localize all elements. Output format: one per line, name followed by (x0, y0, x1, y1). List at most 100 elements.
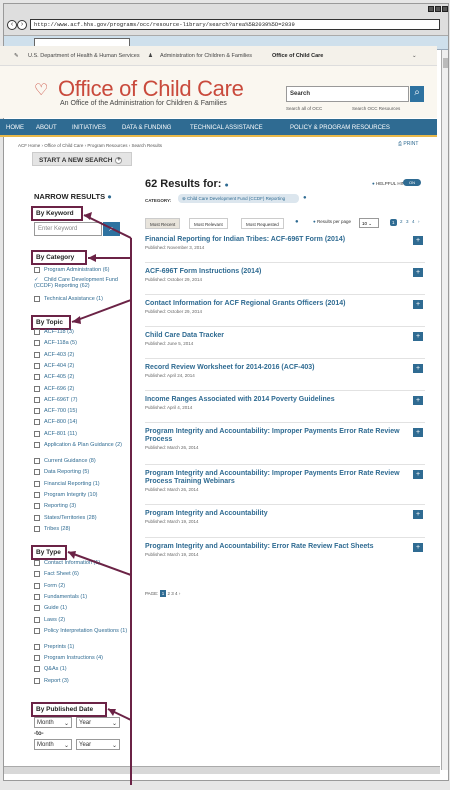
nav-initiatives[interactable]: INITIATIVES (72, 125, 106, 131)
end-year-select[interactable]: Year ⌄ (76, 739, 120, 750)
type-checkbox[interactable]: Policy Interpretation Questions (1) (34, 627, 130, 634)
page-link-current[interactable]: 1 (390, 219, 397, 226)
topic-checkbox[interactable]: Data Reporting (5) (34, 469, 89, 476)
topic-checkbox[interactable]: States/Territories (28) (34, 514, 97, 521)
topic-checkbox[interactable]: ACF-118 (3) (34, 329, 74, 335)
hhs-link[interactable]: U.S. Department of Health & Human Servic… (28, 53, 140, 59)
page-link[interactable]: 3 (171, 591, 174, 596)
page-link-current[interactable]: 1 (159, 590, 167, 597)
topic-checkbox[interactable]: ACF-696T (7) (34, 396, 78, 403)
nav-technical-assistance[interactable]: TECHNICAL ASSISTANCE (190, 125, 263, 131)
page-link[interactable]: 2 (167, 591, 170, 596)
type-checkbox[interactable]: Q&As (1) (34, 666, 67, 673)
address-bar[interactable]: http://www.acf.hhs.gov/programs/occ/reso… (30, 19, 440, 30)
acf-link[interactable]: Administration for Children & Families (160, 53, 252, 59)
scrollbar[interactable] (441, 50, 448, 770)
start-month-select[interactable]: Month ⌄ (34, 717, 72, 728)
search-resources-radio[interactable]: Search OCC Resources (352, 106, 400, 111)
type-checkbox[interactable]: Contact Information (1) (34, 560, 100, 566)
result-title-link[interactable]: Financial Reporting for Indian Tribes: A… (145, 236, 400, 244)
forward-icon[interactable]: › (17, 20, 27, 30)
type-checkbox[interactable]: Form (2) (34, 582, 65, 589)
type-checkbox[interactable]: Guide (1) (34, 605, 67, 612)
page-link[interactable]: 2 (400, 219, 403, 224)
result-title-link[interactable]: ACF-696T Form Instructions (2014) (145, 268, 400, 276)
type-checkbox[interactable]: Report (3) (34, 677, 69, 684)
expand-plus-icon[interactable]: + (413, 300, 423, 309)
next-page-link[interactable]: › (418, 219, 420, 224)
expand-plus-icon[interactable]: + (413, 428, 423, 437)
expand-plus-icon[interactable]: + (413, 268, 423, 277)
page-link[interactable]: 4 (175, 591, 178, 596)
result-title-link[interactable]: Program Integrity and Accountability (145, 510, 400, 518)
result-title-link[interactable]: Record Review Worksheet for 2014-2016 (A… (145, 364, 400, 372)
site-logo[interactable]: Office of Child Care (58, 76, 244, 102)
category-checkbox[interactable]: ✓ Child Care Development Fund (CCDF) Repo… (34, 277, 130, 289)
result-title-link[interactable]: Child Care Data Tracker (145, 332, 400, 340)
print-link[interactable]: ⎙ PRINT (398, 141, 418, 147)
result-title-link[interactable]: Program Integrity and Accountability: Im… (145, 470, 400, 486)
info-icon[interactable]: ● (107, 192, 112, 201)
topic-checkbox[interactable]: Financial Reporting (1) (34, 480, 100, 487)
type-checkbox[interactable]: Laws (2) (34, 616, 65, 623)
result-title-link[interactable]: Program Integrity and Accountability: Im… (145, 428, 400, 444)
nav-home[interactable]: HOME (6, 125, 24, 131)
info-icon[interactable]: ● (295, 219, 299, 225)
type-checkbox[interactable]: Fundamentals (1) (34, 593, 87, 600)
type-checkbox[interactable]: Program Instructions (4) (34, 655, 103, 662)
nav-data-funding[interactable]: DATA & FUNDING (122, 125, 171, 131)
maximize-icon[interactable] (435, 6, 441, 12)
topic-checkbox[interactable]: ACF-801 (11) (34, 430, 77, 437)
end-month-select[interactable]: Month ⌄ (34, 739, 72, 750)
category-checkbox[interactable]: Program Administration (6) (34, 267, 109, 273)
expand-plus-icon[interactable]: + (413, 364, 423, 373)
scrollbar-thumb[interactable] (443, 58, 448, 68)
nav-policy[interactable]: POLICY & PROGRAM RESOURCES (290, 125, 390, 131)
search-all-radio[interactable]: Search all of OCC (286, 106, 322, 111)
occ-link[interactable]: Office of Child Care (272, 53, 323, 59)
topic-checkbox[interactable]: Reporting (3) (34, 503, 76, 510)
next-page-link[interactable]: › (179, 591, 181, 596)
expand-plus-icon[interactable]: + (413, 332, 423, 341)
nav-about[interactable]: ABOUT (36, 125, 57, 131)
chevron-down-icon[interactable]: ⌄ (412, 53, 417, 59)
topic-checkbox[interactable]: ACF-118a (5) (34, 340, 77, 347)
topic-checkbox[interactable]: Tribes (28) (34, 525, 70, 532)
category-filter-chip[interactable]: ⊗ Child Care Development Fund (CCDF) Rep… (178, 194, 299, 203)
category-checkbox[interactable]: Technical Assistance (1) (34, 296, 103, 302)
expand-plus-icon[interactable]: + (413, 396, 423, 405)
result-title-link[interactable]: Program Integrity and Accountability: Er… (145, 543, 400, 551)
keyword-input[interactable]: Enter Keyword (34, 222, 102, 236)
topic-checkbox[interactable]: ACF-700 (15) (34, 408, 77, 415)
topic-checkbox[interactable]: ACF-800 (14) (34, 419, 77, 426)
result-title-link[interactable]: Contact Information for ACF Regional Gra… (145, 300, 400, 308)
back-icon[interactable]: ‹ (7, 20, 17, 30)
sort-most-requested[interactable]: Most Requested (241, 218, 284, 229)
expand-plus-icon[interactable]: + (413, 510, 423, 519)
search-button[interactable]: ⌕ (410, 86, 424, 102)
breadcrumb[interactable]: ACF Home › Office of Child Care › Progra… (18, 143, 162, 148)
expand-plus-icon[interactable]: + (413, 236, 423, 245)
page-link[interactable]: 3 (406, 219, 409, 224)
type-checkbox[interactable]: Fact Sheet (6) (34, 571, 79, 578)
close-icon[interactable] (442, 6, 448, 12)
info-icon[interactable]: ● (303, 195, 307, 201)
expand-plus-icon[interactable]: + (413, 470, 423, 479)
info-icon[interactable]: ● (224, 182, 228, 189)
sort-most-recent[interactable]: Most Recent (145, 218, 181, 229)
topic-checkbox[interactable]: ACF-696 (2) (34, 385, 74, 392)
hints-toggle[interactable]: ON (403, 179, 421, 186)
type-checkbox[interactable]: Preprints (1) (34, 643, 74, 650)
page-link[interactable]: 4 (412, 219, 415, 224)
keyword-search-button[interactable]: ⌕ (103, 222, 120, 236)
expand-plus-icon[interactable]: + (413, 543, 423, 552)
topic-checkbox[interactable]: ACF-403 (2) (34, 351, 74, 358)
result-title-link[interactable]: Income Ranges Associated with 2014 Pover… (145, 396, 400, 404)
topic-checkbox[interactable]: Application & Plan Guidance (2) (34, 442, 130, 448)
per-page-select[interactable]: 10 ⌄ (359, 218, 379, 228)
topic-checkbox[interactable]: ACF-404 (2) (34, 362, 74, 369)
topic-checkbox[interactable]: Program Integrity (10) (34, 491, 98, 498)
sort-most-relevant[interactable]: Most Relevant (189, 218, 228, 229)
new-search-button[interactable]: START A NEW SEARCH + (32, 152, 132, 166)
search-input[interactable]: Search (286, 86, 409, 102)
